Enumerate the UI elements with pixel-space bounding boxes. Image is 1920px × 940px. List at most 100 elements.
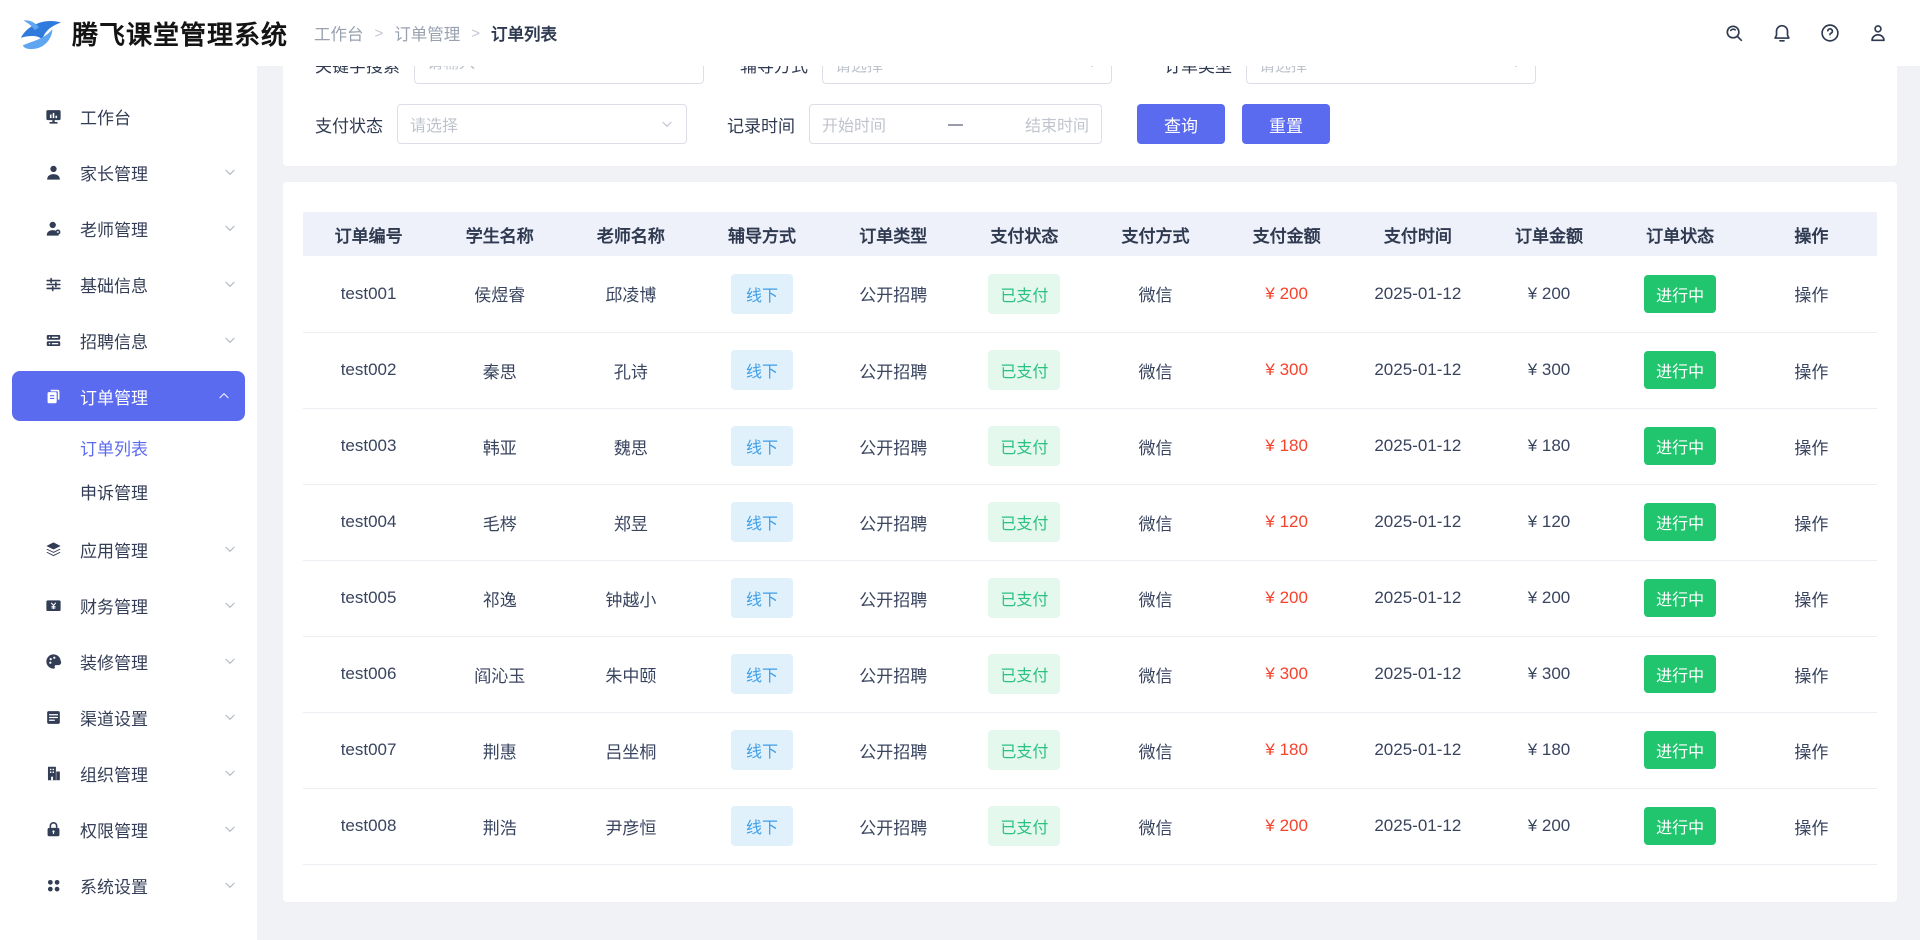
sliders-icon: [44, 275, 63, 294]
cell-pay-method: 微信: [1090, 636, 1221, 712]
cell-action: 操作: [1746, 408, 1877, 484]
cell-pay-amount: ¥ 200: [1221, 788, 1352, 864]
cell-pay-time: 2025-01-12: [1352, 484, 1483, 560]
chevron-down-icon: [660, 117, 674, 131]
mode-badge: 线下: [731, 502, 793, 542]
user-avatar-icon[interactable]: [1866, 21, 1890, 45]
cell-order-amount: ¥ 200: [1483, 560, 1614, 636]
sidebar-item-label: 工作台: [80, 104, 131, 129]
sidebar-item-recruit-info[interactable]: 招聘信息: [0, 312, 257, 368]
table-row: test004毛梣郑昱线下公开招聘已支付微信¥ 1202025-01-12¥ 1…: [303, 484, 1877, 560]
cell-action: 操作: [1746, 788, 1877, 864]
sidebar-item-permissions[interactable]: 权限管理: [0, 801, 257, 857]
cell-pay-time: 2025-01-12: [1352, 636, 1483, 712]
cell-order-amount: ¥ 300: [1483, 332, 1614, 408]
cell-type: 公开招聘: [828, 636, 959, 712]
chevron-down-icon: [223, 766, 237, 780]
sidebar-item-label: 订单管理: [80, 384, 148, 409]
cell-pay-method: 微信: [1090, 788, 1221, 864]
sidebar-item-teachers[interactable]: 老师管理: [0, 200, 257, 256]
query-button[interactable]: 查询: [1137, 104, 1225, 144]
reset-button[interactable]: 重置: [1242, 104, 1330, 144]
cell-teacher: 邱凌博: [565, 256, 696, 332]
row-action[interactable]: 操作: [1794, 439, 1828, 458]
record-time-range-picker[interactable]: 开始时间 — 结束时间: [809, 104, 1102, 144]
sidebar-item-workbench[interactable]: 工作台: [0, 88, 257, 144]
sidebar-item-finance[interactable]: 财务管理: [0, 577, 257, 633]
sidebar-item-label: 权限管理: [80, 817, 148, 842]
wallet-icon: [44, 596, 63, 615]
column-header: 支付状态: [959, 212, 1090, 256]
row-action[interactable]: 操作: [1794, 286, 1828, 305]
table-row: test008荆浩尹彦恒线下公开招聘已支付微信¥ 2002025-01-12¥ …: [303, 788, 1877, 864]
cell-teacher: 钟越小: [565, 560, 696, 636]
grid-dots-icon: [44, 876, 63, 895]
pay-status-badge: 已支付: [988, 730, 1060, 770]
cell-mode: 线下: [696, 560, 827, 636]
order-status-badge: 进行中: [1644, 807, 1716, 845]
cell-action: 操作: [1746, 256, 1877, 332]
search-icon[interactable]: [1722, 21, 1746, 45]
sidebar-subitem-appeals[interactable]: 申诉管理: [0, 469, 257, 513]
sidebar-nav: 工作台家长管理老师管理基础信息招聘信息订单管理订单列表申诉管理应用管理财务管理装…: [0, 88, 257, 913]
lock-icon: [44, 820, 63, 839]
chevron-down-icon: [223, 542, 237, 556]
sidebar-item-label: 基础信息: [80, 272, 148, 297]
cell-pay-status: 已支付: [959, 788, 1090, 864]
column-header: 老师名称: [565, 212, 696, 256]
table-row: test003韩亚魏思线下公开招聘已支付微信¥ 1802025-01-12¥ 1…: [303, 408, 1877, 484]
cell-id: test002: [303, 332, 434, 408]
person-badge-icon: [44, 219, 63, 238]
cell-mode: 线下: [696, 256, 827, 332]
building-icon: [44, 764, 63, 783]
sidebar-item-organization[interactable]: 组织管理: [0, 745, 257, 801]
row-action[interactable]: 操作: [1794, 819, 1828, 838]
row-action[interactable]: 操作: [1794, 743, 1828, 762]
sidebar-item-label: 组织管理: [80, 761, 148, 786]
row-action[interactable]: 操作: [1794, 591, 1828, 610]
sidebar-item-channels[interactable]: 渠道设置: [0, 689, 257, 745]
server-icon: [44, 331, 63, 350]
cell-order-amount: ¥ 200: [1483, 788, 1614, 864]
breadcrumb-order-management[interactable]: 订单管理: [394, 21, 460, 45]
brand: 腾飞课堂管理系统: [0, 12, 288, 54]
notification-bell-icon[interactable]: [1770, 21, 1794, 45]
sidebar-item-label: 应用管理: [80, 537, 148, 562]
order-status-badge: 进行中: [1644, 731, 1716, 769]
cell-order-status: 进行中: [1615, 788, 1746, 864]
book-icon: [44, 708, 63, 727]
row-action[interactable]: 操作: [1794, 667, 1828, 686]
chevron-down-icon: [223, 333, 237, 347]
order-table: 订单编号学生名称老师名称辅导方式订单类型支付状态支付方式支付金额支付时间订单金额…: [303, 212, 1877, 865]
sidebar-item-orders[interactable]: 订单管理: [12, 371, 245, 421]
cell-student: 阎沁玉: [434, 636, 565, 712]
app-title: 腾飞课堂管理系统: [72, 15, 288, 52]
chevron-down-icon: [223, 878, 237, 892]
cell-student: 毛梣: [434, 484, 565, 560]
row-action[interactable]: 操作: [1794, 363, 1828, 382]
pay-status-label: 支付状态: [315, 112, 383, 137]
start-time-placeholder: 开始时间: [822, 112, 886, 136]
cell-pay-method: 微信: [1090, 484, 1221, 560]
range-separator: —: [940, 116, 971, 133]
help-icon[interactable]: [1818, 21, 1842, 45]
sidebar-item-apps[interactable]: 应用管理: [0, 521, 257, 577]
sidebar-item-basic-info[interactable]: 基础信息: [0, 256, 257, 312]
pay-status-badge: 已支付: [988, 578, 1060, 618]
pay-amount-value: ¥ 300: [1265, 664, 1308, 683]
breadcrumb-workbench[interactable]: 工作台: [314, 21, 364, 45]
row-action[interactable]: 操作: [1794, 515, 1828, 534]
breadcrumb-separator: >: [471, 25, 480, 42]
cell-mode: 线下: [696, 636, 827, 712]
sidebar-item-decoration[interactable]: 装修管理: [0, 633, 257, 689]
chevron-down-icon: [223, 710, 237, 724]
sidebar-subitem-order-list[interactable]: 订单列表: [0, 425, 257, 469]
sidebar-item-parents[interactable]: 家长管理: [0, 144, 257, 200]
order-status-badge: 进行中: [1644, 351, 1716, 389]
table-body: test001侯煜睿邱凌博线下公开招聘已支付微信¥ 2002025-01-12¥…: [303, 256, 1877, 864]
pay-status-badge: 已支付: [988, 350, 1060, 390]
column-header: 支付金额: [1221, 212, 1352, 256]
sidebar-item-system[interactable]: 系统设置: [0, 857, 257, 913]
pay-status-select[interactable]: 请选择: [397, 104, 687, 144]
mode-badge: 线下: [731, 806, 793, 846]
